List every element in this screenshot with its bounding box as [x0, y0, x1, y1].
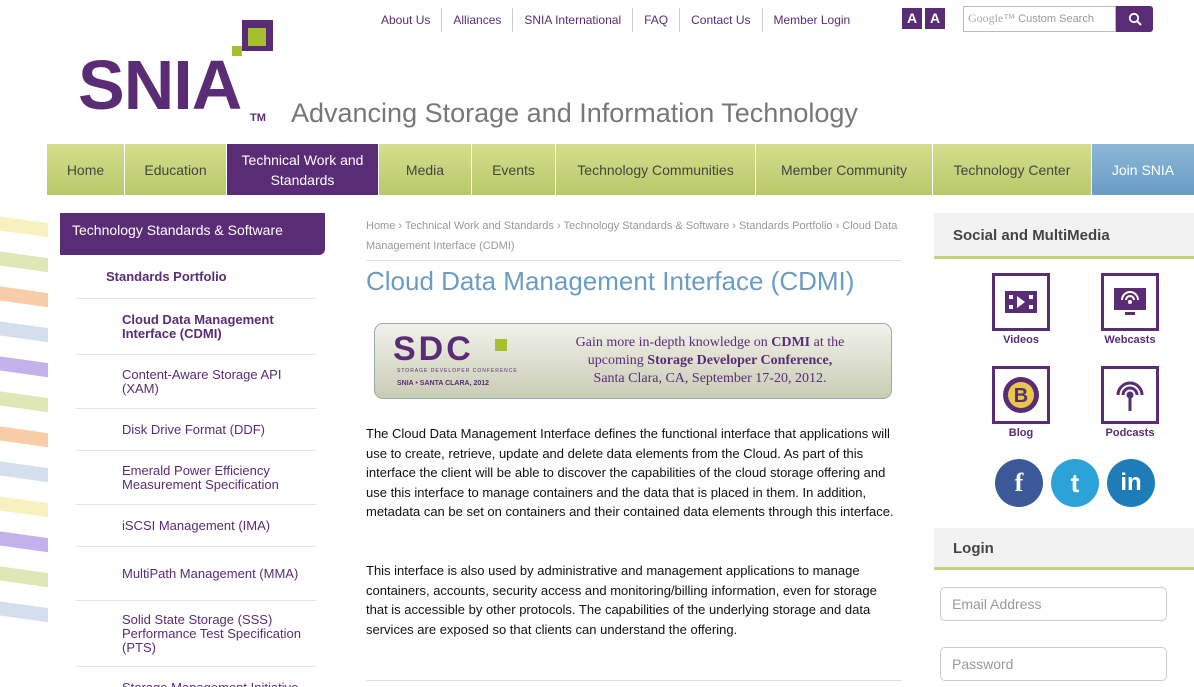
font-size-controls: A A — [902, 8, 945, 29]
nav-member-community[interactable]: Member Community — [756, 144, 933, 195]
banner-line2a: upcoming — [587, 353, 648, 368]
banner-line1b: CDMI — [771, 335, 811, 350]
twitter-icon[interactable]: t — [1051, 459, 1099, 507]
blog-label: Blog — [1008, 427, 1034, 439]
nav-events[interactable]: Events — [472, 144, 556, 195]
logo-trademark: TM — [250, 112, 266, 124]
main-nav: Home Education Technical Work and Standa… — [47, 144, 1194, 195]
page-title: Cloud Data Management Interface (CDMI) — [366, 266, 855, 296]
podcasts-label: Podcasts — [1105, 427, 1155, 439]
videos-label: Videos — [1003, 334, 1039, 346]
videos-link[interactable]: Videos — [981, 273, 1061, 346]
decorative-stripes — [0, 215, 48, 685]
sidebar-item-emerald[interactable]: Emerald Power Efficiency Measurement Spe… — [76, 451, 316, 505]
banner-text: Gain more in-depth knowledge on CDMI at … — [555, 334, 865, 388]
blog-icon: B — [992, 366, 1050, 424]
banner-line2b: Storage Developer Conference, — [647, 353, 833, 368]
facebook-icon[interactable]: f — [995, 459, 1043, 507]
divider — [366, 680, 901, 681]
sidebar-item-cdmi[interactable]: Cloud Data Management Interface (CDMI) — [76, 299, 316, 355]
login-heading: Login — [934, 528, 1194, 570]
webcasts-link[interactable]: Webcasts — [1090, 273, 1170, 346]
search-brand: Google™ — [968, 11, 1016, 25]
sdc-logo-square — [495, 339, 507, 351]
nav-technology-communities[interactable]: Technology Communities — [556, 144, 756, 195]
sidebar-subheader[interactable]: Standards Portfolio — [76, 255, 316, 299]
intro-paragraph: The Cloud Data Management Interface defi… — [366, 426, 894, 520]
linkedin-icon[interactable]: in — [1107, 459, 1155, 507]
font-decrease-button[interactable]: A — [902, 8, 922, 29]
nav-education[interactable]: Education — [125, 144, 227, 195]
webcasts-label: Webcasts — [1104, 334, 1156, 346]
svg-text:B: B — [1014, 385, 1028, 407]
search-icon — [1128, 12, 1142, 26]
utility-link-about[interactable]: About Us — [370, 8, 443, 32]
divider — [366, 260, 901, 261]
sidebar-item-mma[interactable]: MultiPath Management (MMA) — [76, 547, 316, 601]
video-icon — [992, 273, 1050, 331]
sidebar-item-xam[interactable]: Content-Aware Storage API (XAM) — [76, 355, 316, 409]
font-increase-button[interactable]: A — [925, 8, 945, 29]
utility-link-international[interactable]: SNIA International — [513, 8, 634, 32]
utility-link-member-login[interactable]: Member Login — [763, 8, 862, 32]
breadcrumb[interactable]: Home › Technical Work and Standards › Te… — [366, 216, 906, 256]
sdc-logo: SDC — [393, 330, 474, 368]
page: About Us Alliances SNIA International FA… — [0, 0, 1194, 687]
utility-link-faq[interactable]: FAQ — [633, 8, 681, 32]
nav-home[interactable]: Home — [47, 144, 125, 195]
utility-link-contact[interactable]: Contact Us — [680, 8, 763, 32]
password-field[interactable]: Password — [940, 647, 1167, 681]
sidebar-item-smis[interactable]: Storage Management Initiative Specificat… — [76, 667, 316, 687]
right-column: Social and MultiMedia Login — [934, 213, 1194, 570]
nav-join-snia[interactable]: Join SNIA — [1092, 144, 1194, 195]
podcast-icon — [1101, 366, 1159, 424]
nav-media[interactable]: Media — [379, 144, 472, 195]
blog-link[interactable]: B Blog — [981, 366, 1061, 439]
webcast-icon — [1101, 273, 1159, 331]
section-sidebar: Technology Standards & Software Standard… — [60, 213, 325, 687]
utility-link-alliances[interactable]: Alliances — [442, 8, 514, 32]
nav-technical-work[interactable]: Technical Work and Standards — [227, 144, 379, 195]
sdc-subtitle: STORAGE DEVELOPER CONFERENCE — [397, 368, 518, 374]
social-multimedia-heading: Social and MultiMedia — [934, 213, 1194, 259]
nav-technology-center[interactable]: Technology Center — [933, 144, 1092, 195]
search-button[interactable] — [1116, 6, 1153, 32]
site-logo[interactable]: SNIA — [78, 50, 242, 120]
site-tagline: Advancing Storage and Information Techno… — [291, 98, 858, 128]
usage-paragraph: This interface is also used by administr… — [366, 563, 877, 637]
banner-line1c: at the — [810, 335, 845, 350]
sidebar-header[interactable]: Technology Standards & Software — [60, 213, 325, 255]
podcasts-link[interactable]: Podcasts — [1090, 366, 1170, 439]
search-placeholder: Custom Search — [1018, 13, 1094, 25]
utility-nav: About Us Alliances SNIA International FA… — [370, 8, 861, 32]
sdc-location: SNIA • SANTA CLARA, 2012 — [397, 380, 490, 387]
banner-line1a: Gain more in-depth knowledge on — [575, 335, 772, 350]
banner-line3: Santa Clara, CA, September 17-20, 2012. — [593, 371, 827, 386]
logo-square-accent — [248, 28, 266, 46]
email-field[interactable]: Email Address — [940, 587, 1167, 621]
sidebar-item-ddf[interactable]: Disk Drive Format (DDF) — [76, 409, 316, 451]
sidebar-item-ima[interactable]: iSCSI Management (IMA) — [76, 505, 316, 547]
sidebar-item-sss-pts[interactable]: Solid State Storage (SSS) Performance Te… — [76, 601, 316, 667]
search-input[interactable]: Google™ Custom Search — [963, 6, 1116, 32]
sdc-promo-banner[interactable]: SDC STORAGE DEVELOPER CONFERENCE SNIA • … — [374, 323, 892, 399]
